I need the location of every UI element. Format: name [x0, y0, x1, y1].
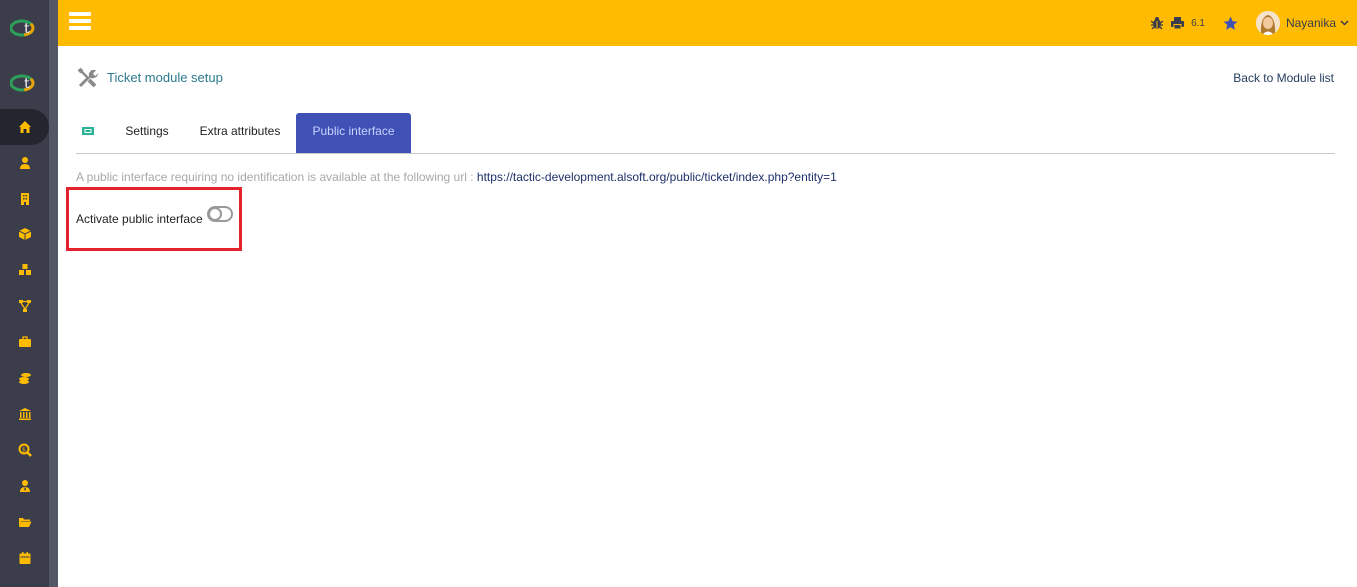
public-interface-info-text: A public interface requiring no identifi…: [76, 170, 477, 184]
sidebar-item-hr[interactable]: [0, 324, 49, 360]
tab-extra-attributes[interactable]: Extra attributes: [194, 113, 286, 153]
svg-text:t: t: [24, 21, 30, 37]
calendar-icon: [19, 552, 30, 564]
folder-open-icon: [18, 518, 31, 527]
version-label: 6.1: [1191, 17, 1205, 29]
public-interface-url-link[interactable]: https://tactic-development.alsoft.org/pu…: [477, 170, 837, 184]
username-label[interactable]: Nayanika: [1286, 16, 1336, 30]
tab-settings[interactable]: Settings: [118, 113, 176, 153]
tools-icon: [77, 67, 98, 88]
cubes-icon: [18, 264, 31, 275]
svg-text:t: t: [24, 76, 30, 92]
tab-bar: Settings Extra attributes Public interfa…: [76, 113, 1335, 154]
sidebar-item-companies[interactable]: [0, 181, 49, 217]
back-to-module-list-link[interactable]: Back to Module list: [1233, 71, 1334, 85]
print-icon[interactable]: [1170, 16, 1185, 30]
app-logo-icon-secondary: t: [10, 74, 35, 92]
top-right-toolbar: 6.1 Nayanika: [1150, 0, 1357, 46]
activate-public-interface-label: Activate public interface: [76, 212, 203, 226]
ticket-icon: [82, 127, 94, 135]
sidebar-item-billing[interactable]: [0, 360, 49, 396]
sidebar-item-products[interactable]: [0, 216, 49, 252]
top-bar: 6.1 Nayanika: [58, 0, 1357, 46]
star-bookmark-icon[interactable]: [1223, 16, 1238, 31]
user-tie-icon: [19, 480, 30, 492]
search-dollar-icon: $: [18, 443, 32, 457]
tab-public-interface[interactable]: Public interface: [296, 113, 411, 153]
sidebar-item-agenda[interactable]: [0, 540, 49, 576]
menu-toggle-button[interactable]: [69, 12, 91, 30]
sidebar-item-accounting[interactable]: $: [0, 432, 49, 468]
public-interface-info: A public interface requiring no identifi…: [76, 170, 837, 184]
user-icon: [19, 157, 30, 169]
bug-icon[interactable]: [1150, 16, 1164, 30]
sidebar-item-projects[interactable]: [0, 288, 49, 324]
briefcase-icon: [18, 336, 31, 347]
tab-ticket-module[interactable]: [76, 113, 100, 153]
building-icon: [20, 193, 29, 205]
bank-icon: [18, 408, 31, 420]
sidebar-item-users[interactable]: [0, 145, 49, 181]
chevron-down-icon[interactable]: [1340, 20, 1349, 26]
svg-text:$: $: [22, 447, 26, 454]
toggle-knob: [208, 207, 222, 221]
sidebar-item-stock[interactable]: [0, 252, 49, 288]
sidebar-item-documents[interactable]: [0, 504, 49, 540]
activate-public-interface-toggle[interactable]: [207, 206, 233, 222]
sidebar: t t $: [0, 0, 58, 587]
user-avatar[interactable]: [1255, 11, 1280, 35]
sidebar-item-home[interactable]: [0, 109, 49, 145]
sidebar-item-bank[interactable]: [0, 396, 49, 432]
sitemap-icon: [18, 300, 31, 312]
app-logo-icon[interactable]: t: [10, 18, 38, 38]
coins-icon: [18, 373, 31, 384]
home-icon: [18, 121, 31, 133]
box-icon: [18, 228, 31, 240]
sidebar-item-members[interactable]: [0, 468, 49, 504]
page-title: Ticket module setup: [107, 70, 223, 85]
